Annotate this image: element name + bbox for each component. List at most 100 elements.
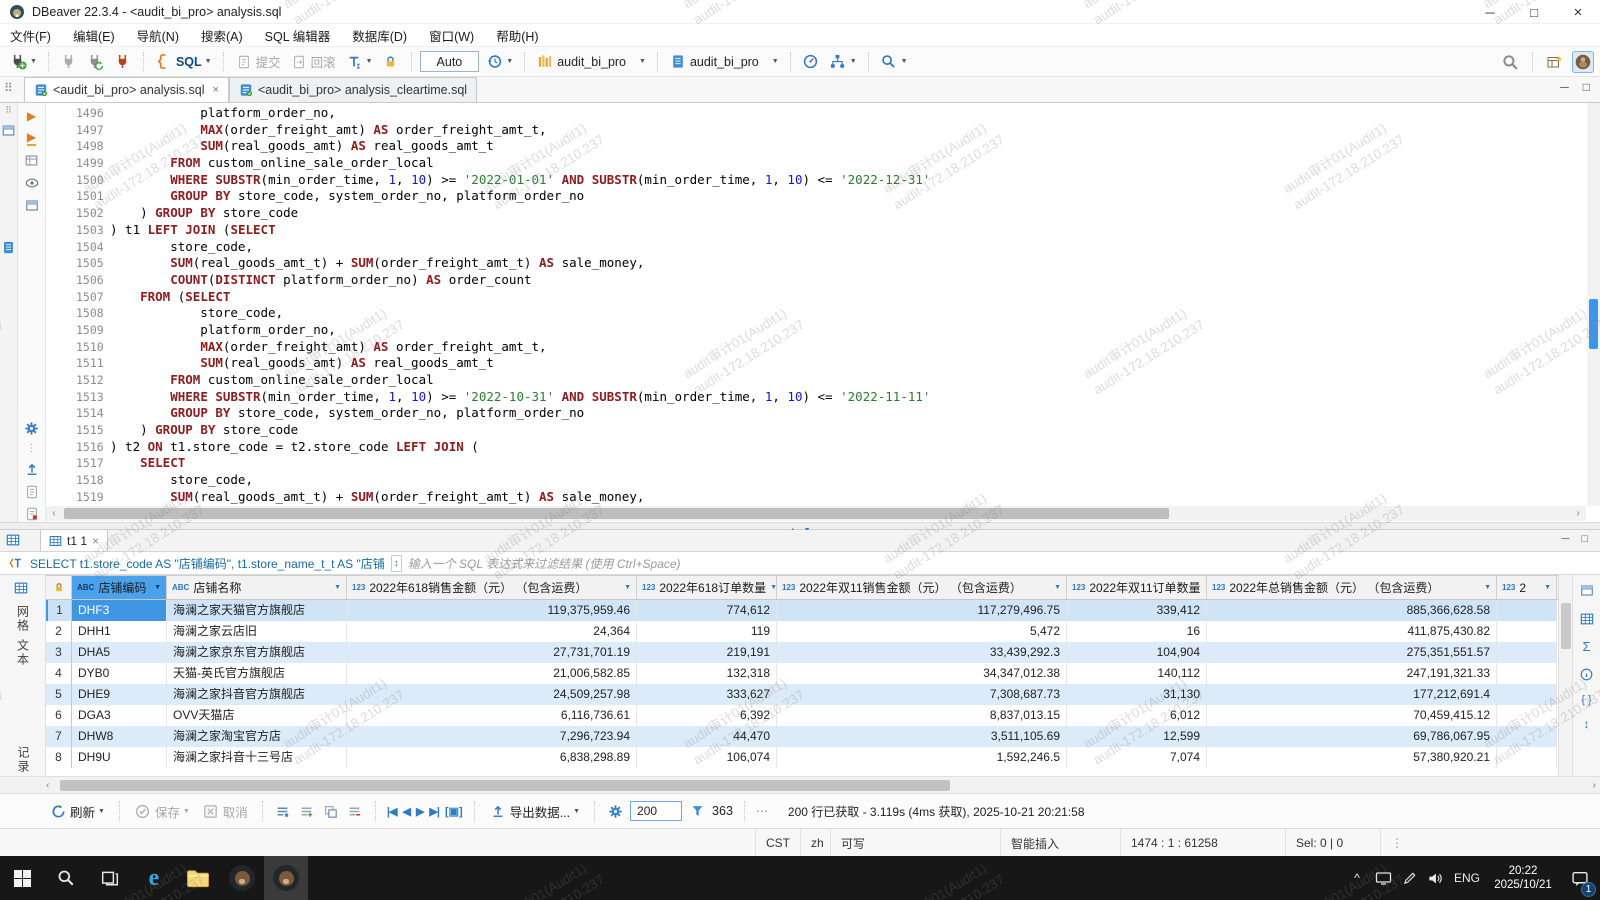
editor-vscrollbar[interactable] (1587, 103, 1600, 506)
results-panel-icon[interactable] (6, 533, 20, 547)
cell-r3-c3[interactable]: 219,191 (637, 642, 777, 663)
code-line[interactable]: 1515 ) GROUP BY store_code (46, 422, 1586, 439)
menu-item-2[interactable]: 导航(N) (137, 26, 179, 45)
chevron-down-icon[interactable]: ▼ (506, 58, 513, 65)
cell-r3-c6[interactable]: 275,351,551.57 (1207, 642, 1497, 663)
code-line[interactable]: 1518 store_code, (46, 472, 1586, 489)
column-menu-icon[interactable]: ▼ (1480, 584, 1491, 591)
cell-r3-c5[interactable]: 104,904 (1067, 642, 1207, 663)
menu-item-4[interactable]: SQL 编辑器 (265, 26, 331, 45)
cell-r7-c7[interactable] (1497, 726, 1557, 747)
cell-r6-c4[interactable]: 8,837,013.15 (777, 705, 1067, 726)
notification-center-button[interactable]: 1 (1560, 856, 1600, 900)
caret-position-indicator[interactable]: 1474 : 1 : 61258 (1120, 829, 1280, 857)
database-selector[interactable]: audit_bi_pro▼ (533, 51, 649, 73)
delete-row-icon[interactable] (346, 802, 364, 820)
cell-r6-c2[interactable]: 6,116,736.61 (347, 705, 637, 726)
code-line[interactable]: 1505 SUM(real_goods_amt_t) + SUM(order_f… (46, 255, 1586, 272)
tab-grid-view[interactable]: 网格 (14, 605, 32, 633)
cell-r1-c5[interactable]: 339,412 (1067, 600, 1207, 621)
code-line[interactable]: 1501 GROUP BY store_code, system_order_n… (46, 188, 1586, 205)
row-number[interactable]: 6 (46, 705, 72, 726)
code-area[interactable]: 1496 platform_order_no,1497 MAX(order_fr… (46, 105, 1586, 506)
transaction-mode-button[interactable]: ▼ (342, 51, 376, 73)
column-header-1[interactable]: ABC店铺名称▼ (167, 576, 347, 599)
row-filter-funnel-icon[interactable] (688, 802, 706, 820)
cell-r5-c6[interactable]: 177,212,691.4 (1207, 684, 1497, 705)
refresh-button[interactable]: 刷新▼ (46, 800, 108, 823)
grid-view-icon[interactable] (14, 581, 32, 599)
lock-button[interactable] (379, 51, 403, 73)
scroll-left-icon[interactable]: ‹ (46, 508, 62, 519)
more-icon[interactable]: ⋮ (27, 443, 37, 454)
cell-r2-c0[interactable]: DHH1 (72, 621, 167, 642)
column-header-2[interactable]: 1232022年618销售金额（元） （包含运费）▼ (347, 576, 637, 599)
calc-panel-icon[interactable]: Σ (1582, 639, 1590, 654)
cell-r7-c1[interactable]: 海澜之家淘宝官方店 (167, 726, 347, 747)
grid-scroll-left-icon[interactable]: ‹ (46, 780, 49, 791)
editor-tab-0[interactable]: <audit_bi_pro> analysis.sql× (24, 77, 229, 102)
metadata-panel-icon[interactable] (1578, 665, 1596, 683)
restore-navigator-icon[interactable] (2, 124, 15, 137)
file-modified-icon[interactable] (23, 506, 41, 522)
code-line[interactable]: 1514 GROUP BY store_code, system_order_n… (46, 405, 1586, 422)
maximize-editor-icon[interactable]: □ (1583, 80, 1590, 94)
cell-r8-c1[interactable]: 海澜之家抖音十三号店 (167, 747, 347, 768)
write-mode-indicator[interactable]: 可写 (830, 829, 960, 857)
column-menu-icon[interactable]: ▼ (150, 584, 161, 591)
code-line[interactable]: 1506 COUNT(DISTINCT platform_order_no) A… (46, 272, 1586, 289)
cell-r5-c2[interactable]: 24,509,257.98 (347, 684, 637, 705)
cell-r1-c3[interactable]: 774,612 (637, 600, 777, 621)
auto-commit-combo[interactable]: Auto (420, 51, 480, 72)
table-row-3[interactable]: 3DHA5海澜之家京东官方旗舰店27,731,701.19219,19133,4… (46, 642, 1558, 663)
locale-indicator[interactable]: zh (800, 829, 834, 857)
result-settings-gear-icon[interactable] (606, 802, 624, 820)
result-tab[interactable]: t1 1 × (40, 529, 108, 551)
row-number[interactable]: 2 (46, 621, 72, 642)
cell-r2-c6[interactable]: 411,875,430.82 (1207, 621, 1497, 642)
execute-statement-icon[interactable]: ▶ (27, 109, 36, 123)
app-button-1[interactable] (220, 856, 264, 900)
cancel-button[interactable]: 取消 (199, 800, 251, 823)
cell-r2-c2[interactable]: 24,364 (347, 621, 637, 642)
minimize-editor-icon[interactable]: ─ (1560, 80, 1569, 94)
quick-search-icon[interactable] (1501, 53, 1519, 71)
schema-selector[interactable]: audit_bi_pro▼ (666, 51, 782, 73)
clock[interactable]: 20:222025/10/21 (1486, 864, 1560, 892)
cell-r6-c1[interactable]: OVV天猫店 (167, 705, 347, 726)
grid-vscrollbar[interactable] (1558, 575, 1572, 776)
close-result-tab-icon[interactable]: × (92, 534, 99, 548)
cell-r7-c3[interactable]: 44,470 (637, 726, 777, 747)
new-connection-button[interactable]: ▼ (6, 51, 40, 73)
statusbar-more-icon[interactable]: ⋮ (1380, 829, 1413, 857)
cell-r6-c3[interactable]: 6,392 (637, 705, 777, 726)
first-row-button[interactable]: |◀ (387, 805, 397, 818)
task-view-button[interactable] (88, 856, 132, 900)
grid-hscroll-thumb[interactable] (60, 780, 950, 791)
selection-indicator[interactable]: Sel: 0 | 0 (1285, 829, 1380, 857)
column-menu-icon[interactable]: ▼ (330, 584, 341, 591)
column-menu-icon[interactable]: ▼ (1540, 584, 1551, 591)
minimize-icon[interactable]: ─ (1468, 0, 1512, 24)
edge-button[interactable]: e (132, 856, 176, 900)
next-row-button[interactable]: ▶ (416, 805, 423, 818)
code-line[interactable]: 1502 ) GROUP BY store_code (46, 205, 1586, 222)
maximize-icon[interactable]: □ (1512, 0, 1556, 24)
filter-input[interactable]: 输入一个 SQL 表达式来过滤结果 (使用 Ctrl+Space) (408, 555, 681, 572)
rollback-button[interactable]: 回滚 (287, 50, 339, 73)
cell-r8-c0[interactable]: DH9U (72, 747, 167, 768)
volume-tray-icon[interactable] (1422, 856, 1448, 900)
code-line[interactable]: 1513 WHERE SUBSTR(min_order_time, 1, 10)… (46, 389, 1586, 406)
table-row-5[interactable]: 5DHE9海澜之家抖音官方旗舰店24,509,257.98333,6277,30… (46, 684, 1558, 705)
timezone-indicator[interactable]: CST (755, 829, 800, 857)
fetch-all-button[interactable]: [▣] (445, 805, 463, 818)
start-button[interactable] (0, 856, 44, 900)
fetch-size-input[interactable]: 200 (630, 801, 682, 821)
cell-r3-c1[interactable]: 海澜之家京东官方旗舰店 (167, 642, 347, 663)
cell-r4-c2[interactable]: 21,006,582.85 (347, 663, 637, 684)
perspective-icon[interactable] (1546, 53, 1564, 71)
grid-panel-icon[interactable] (1578, 610, 1596, 628)
menu-item-0[interactable]: 文件(F) (10, 26, 51, 45)
cell-r8-c4[interactable]: 1,592,246.5 (777, 747, 1067, 768)
sql-editor-button[interactable]: SQL▼ (152, 51, 215, 73)
